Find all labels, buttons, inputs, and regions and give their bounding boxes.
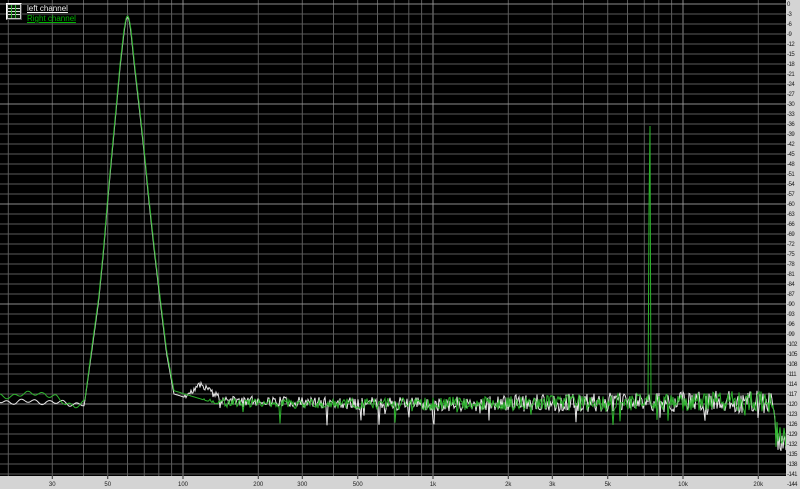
y-tick-label: -99 xyxy=(787,332,795,338)
y-tick-label: -105 xyxy=(787,352,798,358)
x-tick-label: 20k xyxy=(753,482,764,488)
y-tick-label: -144 xyxy=(787,482,798,488)
x-tick-label: 10k xyxy=(678,482,689,488)
x-tick-label: 2k xyxy=(505,482,512,488)
x-tick-label: 300 xyxy=(297,482,308,488)
grid-icon xyxy=(8,5,20,18)
y-tick-label: -87 xyxy=(787,292,795,298)
y-tick-label: -84 xyxy=(787,282,795,288)
y-tick-label: -138 xyxy=(787,462,798,468)
grid-toggle-button[interactable] xyxy=(6,3,22,20)
y-tick-label: -108 xyxy=(787,362,798,368)
y-tick-label: -111 xyxy=(787,372,797,378)
y-tick-label: -120 xyxy=(787,402,798,408)
y-tick-label: -78 xyxy=(787,262,795,268)
y-tick-label: -123 xyxy=(787,412,798,418)
x-tick-label: 100 xyxy=(178,482,189,488)
y-tick-label: -57 xyxy=(787,192,795,198)
y-tick-label: -15 xyxy=(787,52,795,58)
y-tick-label: -93 xyxy=(787,312,795,318)
x-tick-label: 50 xyxy=(104,482,111,488)
y-tick-label: -12 xyxy=(787,42,795,48)
y-tick-label: -30 xyxy=(787,102,795,108)
y-tick-label: -42 xyxy=(787,142,795,148)
y-tick-label: -69 xyxy=(787,232,795,238)
x-tick-label: 500 xyxy=(353,482,364,488)
x-tick-label: 1k xyxy=(430,482,437,488)
y-tick-label: -54 xyxy=(787,182,795,188)
y-tick-label: -132 xyxy=(787,442,798,448)
x-tick-label: 30 xyxy=(49,482,56,488)
x-tick-label: 3k xyxy=(549,482,556,488)
y-tick-label: -18 xyxy=(787,62,795,68)
y-tick-label: -51 xyxy=(787,172,795,178)
y-tick-label: -135 xyxy=(787,452,798,458)
y-tick-label: -66 xyxy=(787,222,795,228)
y-tick-label: -39 xyxy=(787,132,795,138)
y-tick-label: -60 xyxy=(787,202,795,208)
y-tick-label: -45 xyxy=(787,152,795,158)
legend-left-channel-label[interactable]: left channel xyxy=(27,4,68,13)
y-tick-label: -72 xyxy=(787,242,795,248)
spectrum-plot[interactable]: 30 50 100 200 300 500 1k 2k 3k 5k 10k 20k0-3-6-9-12… xyxy=(0,0,800,489)
y-tick-label: -75 xyxy=(787,252,795,258)
y-tick-label: -141 xyxy=(787,472,798,478)
y-tick-label: -21 xyxy=(787,72,795,78)
legend: left channel Right channel xyxy=(0,0,150,26)
y-tick-label: -27 xyxy=(787,92,795,98)
y-tick-label: -117 xyxy=(787,392,798,398)
y-tick-label: -129 xyxy=(787,432,798,438)
y-tick-label: -24 xyxy=(787,82,795,88)
y-tick-label: -114 xyxy=(787,382,798,388)
x-tick-label: 200 xyxy=(253,482,264,488)
y-tick-label: -126 xyxy=(787,422,798,428)
y-tick-label: -96 xyxy=(787,322,795,328)
y-tick-label: -36 xyxy=(787,122,795,128)
y-tick-label: -63 xyxy=(787,212,795,218)
y-tick-label: -90 xyxy=(787,302,795,308)
y-tick-label: -81 xyxy=(787,272,795,278)
spectrum-analyzer-window: 30 50 100 200 300 500 1k 2k 3k 5k 10k 20k 0 -3 -6 -9 -12… xyxy=(0,0,800,489)
legend-right-channel-label[interactable]: Right channel xyxy=(27,14,76,23)
y-tick-label: -48 xyxy=(787,162,795,168)
y-tick-label: -102 xyxy=(787,342,798,348)
y-tick-label: -33 xyxy=(787,112,795,118)
x-tick-label: 5k xyxy=(605,482,612,488)
